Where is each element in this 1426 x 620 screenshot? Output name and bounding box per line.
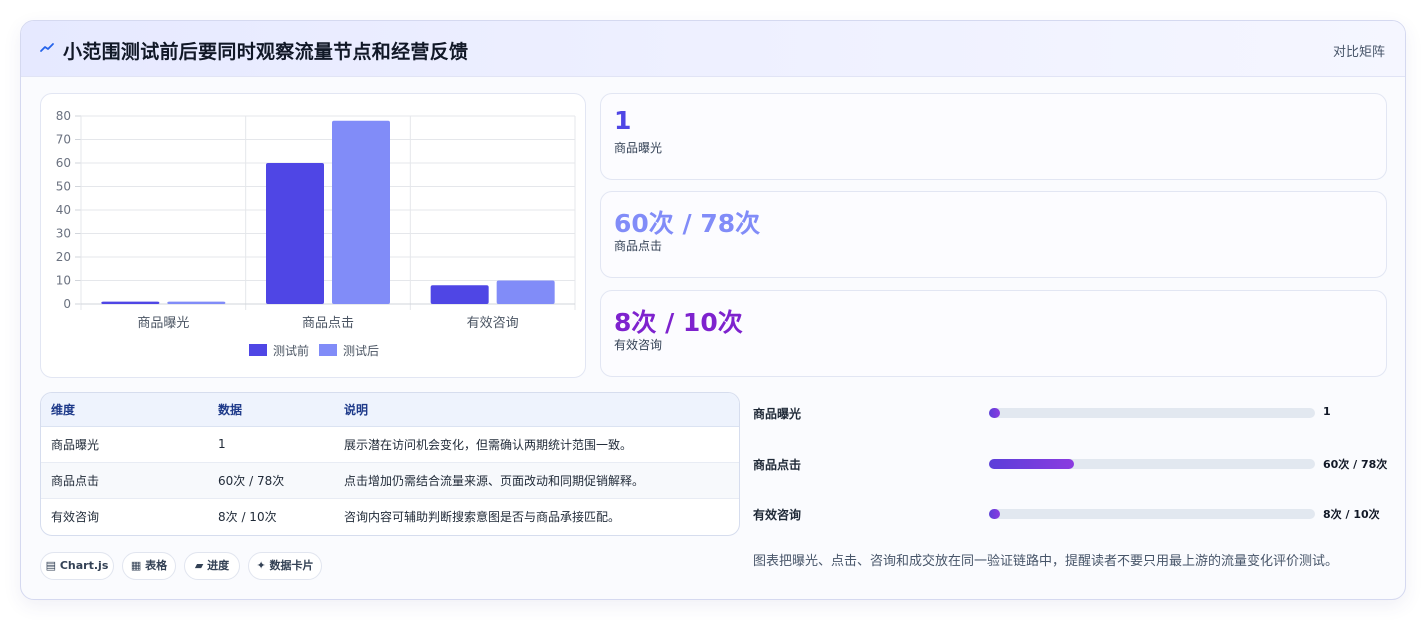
- sparkle-icon: ✦: [256, 559, 266, 572]
- legend-label: 测试前: [273, 343, 309, 358]
- chart-note: 图表把曝光、点击、咨询和成交放在同一验证链路中，提醒读者不要只用最上游的流量变化…: [753, 554, 1339, 569]
- table-cell: 咨询内容可辅助判断搜索意图是否与商品承接匹配。: [344, 509, 621, 524]
- progress-track: [989, 509, 1315, 519]
- kpi-card-inquiries: 8次 / 10次 有效咨询: [600, 290, 1387, 377]
- progress-fill: [989, 459, 1074, 469]
- chip-data-cards[interactable]: ✦ 数据卡片: [248, 552, 322, 580]
- legend-swatch: [249, 344, 267, 356]
- table-cell: 60次 / 78次: [208, 462, 334, 499]
- chip-label: 进度: [207, 559, 230, 572]
- table-row: 商品点击 60次 / 78次 点击增加仍需结合流量来源、页面改动和同期促销解释。: [41, 462, 739, 499]
- y-tick-label: 20: [56, 250, 71, 264]
- column-header: 数据: [208, 393, 334, 427]
- kpi-card-exposure: 1 商品曝光: [600, 93, 1387, 180]
- data-table: 维度 数据 说明 商品曝光 1 展示潜在访问机会变化，但需确认两期统计范围一致。…: [40, 392, 740, 536]
- x-tick-label: 商品点击: [302, 316, 354, 331]
- bar-before: [430, 285, 489, 304]
- bar-before: [101, 301, 160, 304]
- progress-label: 商品点击: [753, 458, 802, 472]
- kpi-value: 60次 / 78次: [614, 209, 761, 238]
- y-tick-label: 70: [56, 133, 71, 147]
- table-cell: 点击增加仍需结合流量来源、页面改动和同期促销解释。: [334, 462, 739, 499]
- y-tick-label: 80: [56, 109, 71, 123]
- column-header: 说明: [334, 393, 739, 427]
- bar-after: [496, 280, 555, 304]
- table-icon: ▦: [130, 559, 142, 572]
- comparison-card: 小范围测试前后要同时观察流量节点和经营反馈 对比矩阵 0 10 20 30 40 50 60…: [20, 20, 1406, 600]
- progress-label: 商品曝光: [753, 407, 802, 421]
- table-cell: 商品曝光: [41, 426, 208, 463]
- chip-progress[interactable]: ▰ 进度: [184, 552, 240, 580]
- progress-row: 有效咨询 8次 / 10次: [753, 504, 1393, 524]
- x-tick-label: 有效咨询: [467, 316, 519, 331]
- progress-track: [989, 459, 1315, 469]
- chip-label: 数据卡片: [269, 559, 314, 572]
- table-row: 商品曝光 1 展示潜在访问机会变化，但需确认两期统计范围一致。: [41, 426, 739, 463]
- table-cell: 展示潜在访问机会变化，但需确认两期统计范围一致。: [334, 426, 739, 463]
- y-tick-label: 60: [56, 156, 71, 170]
- progress-fill: [989, 509, 1000, 519]
- progress-value: 1: [1323, 405, 1331, 418]
- trend-line-icon: [40, 43, 54, 52]
- progress-track: [989, 408, 1315, 418]
- bar-after: [167, 301, 226, 304]
- x-tick-label: 商品曝光: [137, 316, 189, 331]
- progress-row: 商品点击 60次 / 78次: [753, 454, 1393, 474]
- progress-icon: ▰: [194, 559, 204, 572]
- progress-label: 有效咨询: [753, 508, 802, 522]
- bar-chart: 0 10 20 30 40 50 60 70 80 商品曝光 商品点击 有效咨询测试前 测试后: [56, 109, 576, 358]
- kpi-label: 有效咨询: [614, 338, 663, 352]
- kpi-label: 商品点击: [614, 239, 663, 253]
- kpi-value: 8次 / 10次: [614, 308, 743, 337]
- y-tick-label: 10: [56, 274, 71, 288]
- y-tick-label: 40: [56, 203, 71, 217]
- table-cell: 商品点击: [41, 462, 208, 499]
- chip-chartjs[interactable]: ▤ Chart.js: [40, 552, 114, 580]
- y-tick-label: 30: [56, 227, 71, 241]
- chip-label: 表格: [145, 559, 168, 572]
- column-header: 维度: [41, 393, 208, 427]
- progress-value: 8次 / 10次: [1323, 508, 1380, 521]
- y-tick-label: 50: [56, 180, 71, 194]
- legend-swatch: [319, 344, 337, 356]
- progress-list: 商品曝光 1 商品点击 60次 / 78次 有效咨询 8次 / 10次: [753, 399, 1393, 539]
- card-header: 小范围测试前后要同时观察流量节点和经营反馈 对比矩阵: [21, 21, 1405, 77]
- kpi-label: 商品曝光: [614, 141, 663, 155]
- table-cell: 1: [208, 426, 334, 463]
- bar-after: [332, 120, 390, 304]
- chip-table[interactable]: ▦ 表格: [122, 552, 176, 580]
- kpi-value: 1: [614, 106, 632, 135]
- y-tick-label: 0: [63, 297, 71, 311]
- progress-fill: [989, 408, 1000, 418]
- progress-value: 60次 / 78次: [1323, 458, 1388, 471]
- page-title: 小范围测试前后要同时观察流量节点和经营反馈: [63, 41, 469, 63]
- table-header-row: 维度 数据 说明: [41, 393, 739, 427]
- legend-label: 测试后: [343, 343, 379, 358]
- matrix-tag: 对比矩阵: [1332, 45, 1385, 60]
- kpi-card-clicks: 60次 / 78次 商品点击: [600, 191, 1387, 278]
- table-cell: 有效咨询: [51, 509, 100, 524]
- table-row: 有效咨询 8次 / 10次 咨询内容可辅助判断搜索意图是否与商品承接匹配。: [41, 498, 739, 534]
- chip-label: Chart.js: [59, 559, 109, 572]
- table-cell: 8次 / 10次: [218, 509, 277, 524]
- bar-before: [266, 163, 324, 304]
- chart-icon: ▤: [45, 559, 57, 572]
- progress-row: 商品曝光 1: [753, 403, 1393, 423]
- bar-chart-panel: 0 10 20 30 40 50 60 70 80 商品曝光 商品点击 有效咨询测试前 测试后: [40, 93, 586, 378]
